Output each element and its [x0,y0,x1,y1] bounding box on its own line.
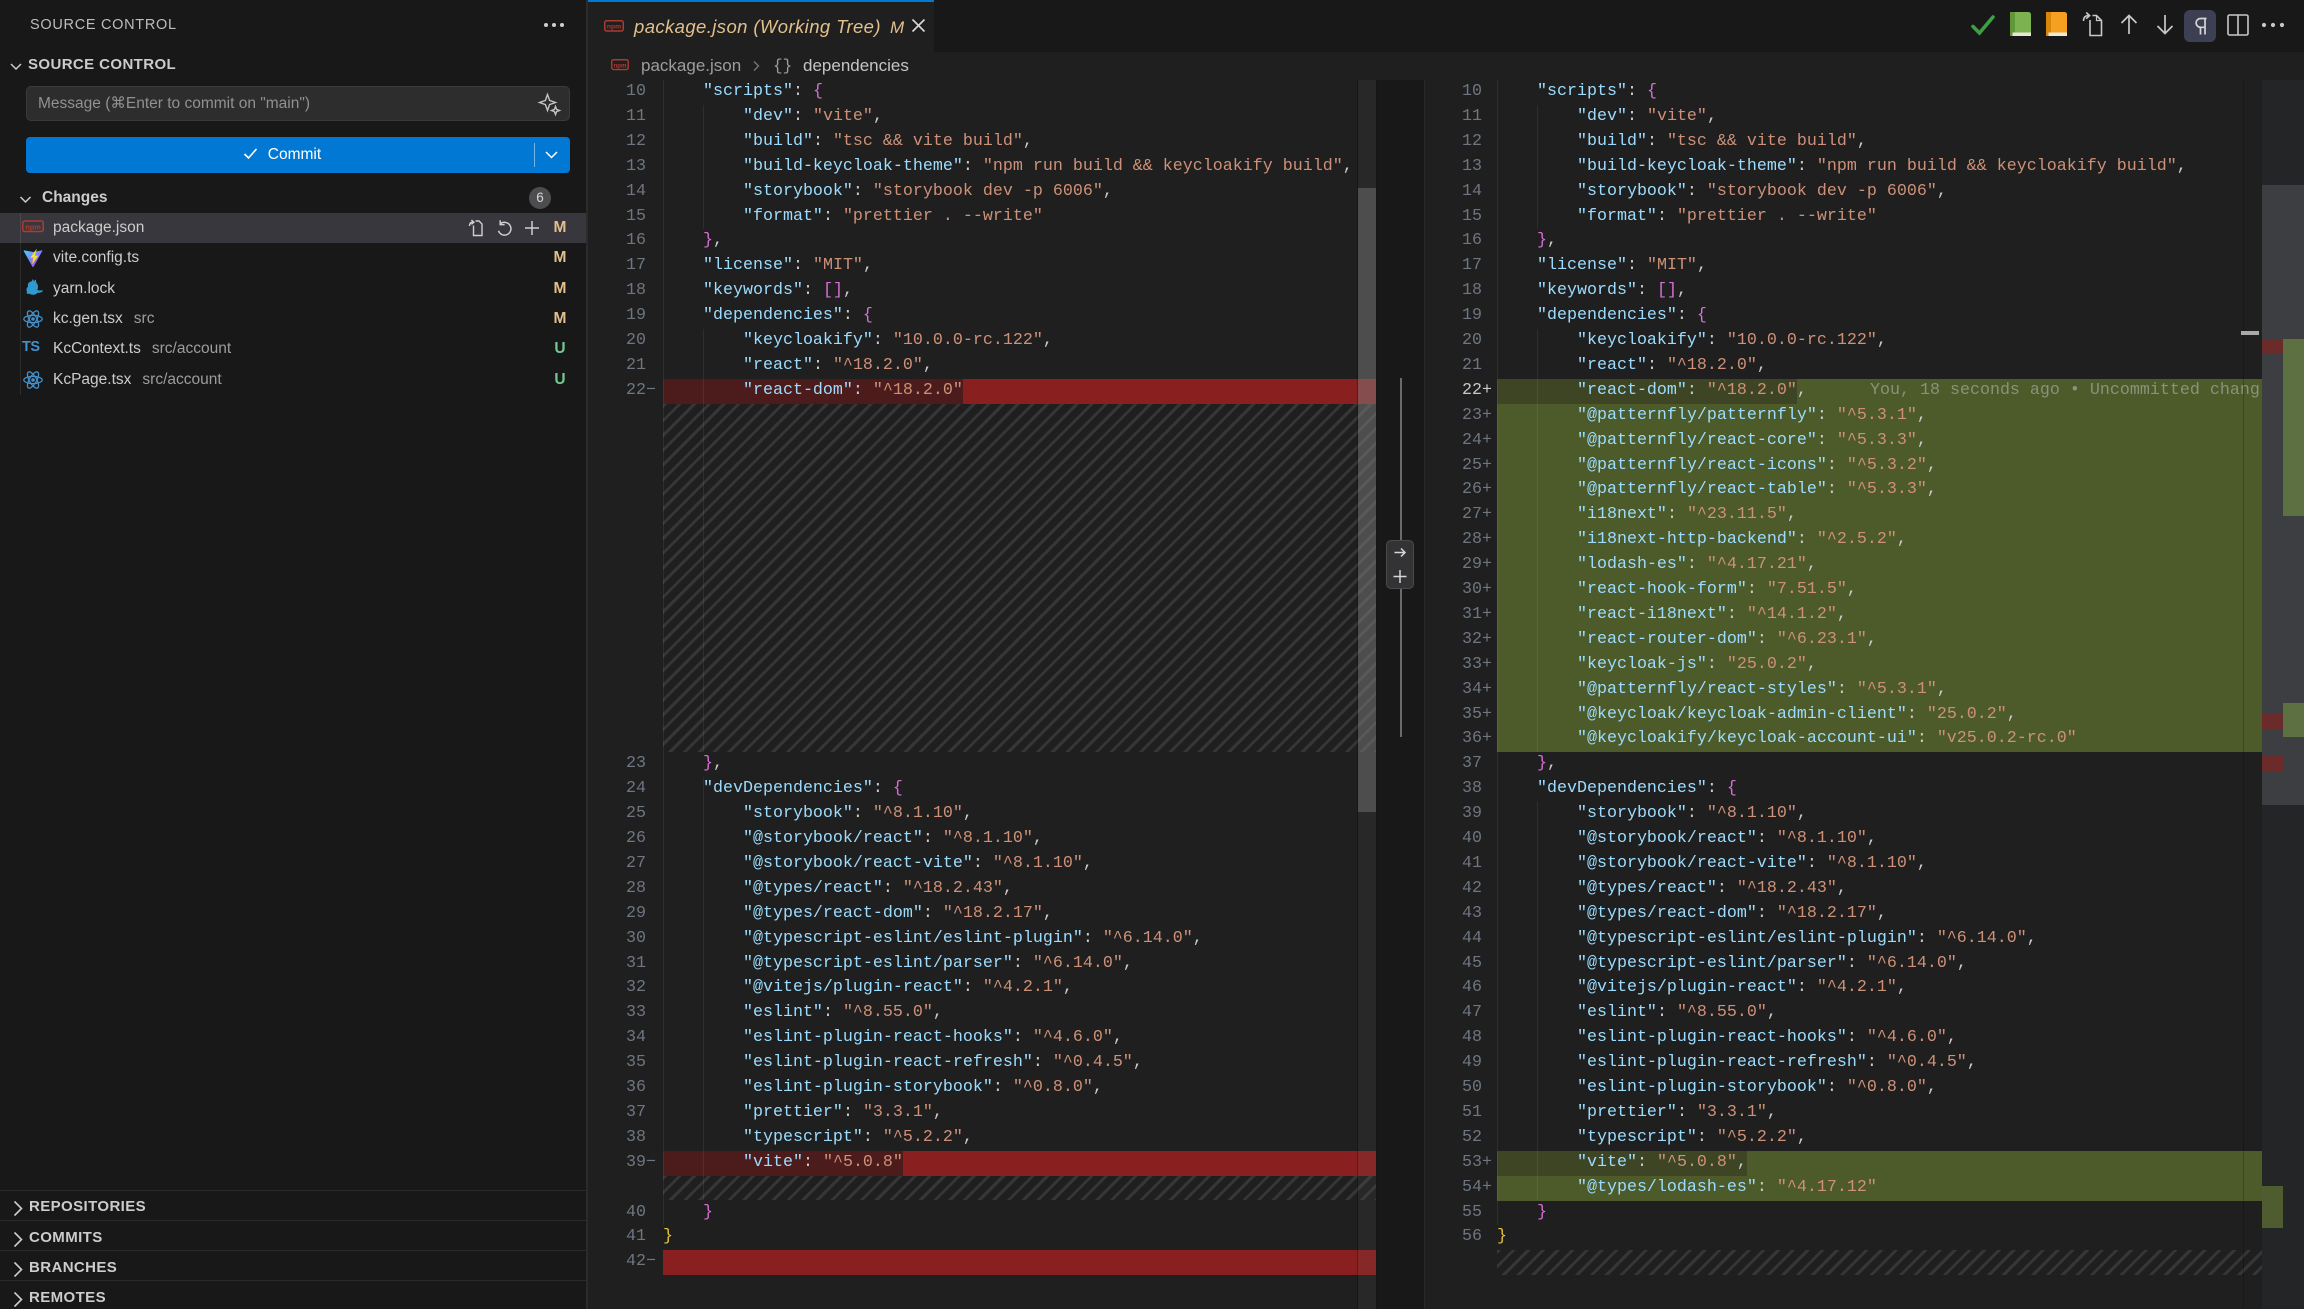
svg-text:npm: npm [607,24,621,31]
svg-text:npm: npm [613,62,627,69]
svg-text:npm: npm [25,223,41,232]
